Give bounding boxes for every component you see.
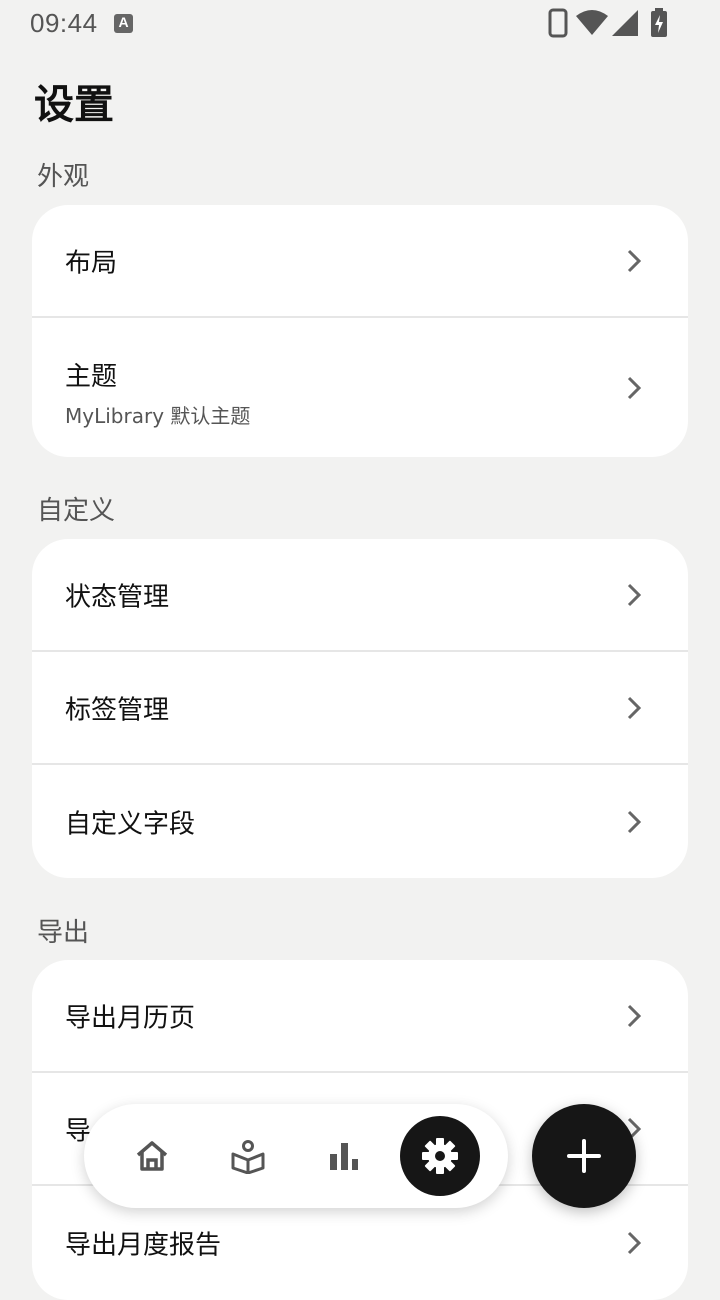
settings-item-theme[interactable]: 主题 MyLibrary 默认主题 xyxy=(32,318,688,457)
settings-item-custom-fields[interactable]: 自定义字段 xyxy=(32,765,688,878)
settings-item-label: 状态管理 xyxy=(65,582,170,612)
nav-home[interactable] xyxy=(112,1116,192,1196)
chevron-right-icon xyxy=(627,583,642,606)
chevron-right-icon xyxy=(627,696,642,719)
plus-icon xyxy=(567,1139,601,1173)
chevron-right-icon xyxy=(627,1231,642,1254)
add-button[interactable] xyxy=(532,1104,636,1208)
settings-item-layout[interactable]: 布局 xyxy=(32,205,688,318)
status-time: 09:44 xyxy=(30,8,98,38)
settings-item-label: 导出月度报告 xyxy=(65,1230,222,1260)
settings-item-label: 标签管理 xyxy=(65,695,170,725)
page-title: 设置 xyxy=(34,82,114,128)
settings-item-label: 自定义字段 xyxy=(65,809,196,839)
chevron-right-icon xyxy=(627,249,642,272)
status-bar: 09:44 A xyxy=(0,0,720,48)
section-label-appearance: 外观 xyxy=(37,162,90,192)
reading-icon xyxy=(231,1140,265,1174)
settings-icon xyxy=(422,1138,458,1174)
signal-icon xyxy=(612,10,638,36)
chevron-right-icon xyxy=(627,1004,642,1027)
settings-item-export-calendar[interactable]: 导出月历页 xyxy=(32,960,688,1073)
settings-item-label: 导出月历页 xyxy=(65,1003,196,1033)
nav-settings[interactable] xyxy=(400,1116,480,1196)
appearance-card: 布局 主题 MyLibrary 默认主题 xyxy=(32,205,688,457)
section-label-export: 导出 xyxy=(37,918,90,948)
phone-icon xyxy=(548,8,568,38)
settings-item-label: 布局 xyxy=(65,248,118,278)
chevron-right-icon xyxy=(627,810,642,833)
notification-icon: A xyxy=(114,14,133,33)
settings-item-tag-management[interactable]: 标签管理 xyxy=(32,652,688,765)
settings-item-sublabel: MyLibrary 默认主题 xyxy=(65,404,251,428)
nav-reading[interactable] xyxy=(208,1116,288,1196)
bottom-nav xyxy=(84,1104,508,1208)
chevron-right-icon xyxy=(627,376,642,399)
settings-item-status-management[interactable]: 状态管理 xyxy=(32,539,688,652)
nav-stats[interactable] xyxy=(304,1116,384,1196)
customize-card: 状态管理 标签管理 自定义字段 xyxy=(32,539,688,878)
home-icon xyxy=(136,1141,168,1171)
stats-icon xyxy=(330,1143,358,1170)
settings-item-label: 主题 xyxy=(65,362,118,392)
battery-icon xyxy=(651,8,667,37)
wifi-icon xyxy=(576,10,608,35)
section-label-customize: 自定义 xyxy=(37,496,116,526)
